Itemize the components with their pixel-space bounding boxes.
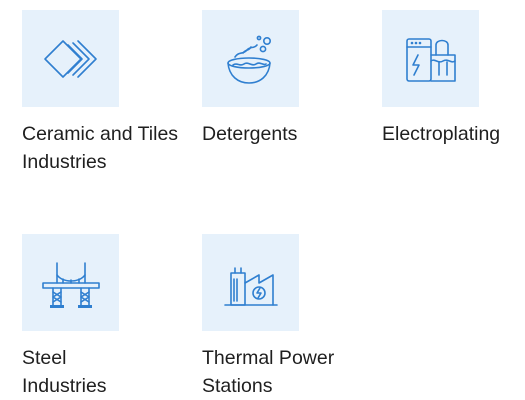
- detergent-bowl-icon: [226, 35, 271, 84]
- industry-card-detergents[interactable]: Detergents: [202, 10, 380, 148]
- industry-tile: [382, 10, 479, 107]
- electroplating-tank-icon: [405, 37, 456, 82]
- power-station-icon: [223, 266, 278, 306]
- industry-card-electroplating[interactable]: Electroplating: [382, 10, 525, 148]
- industry-label: Electroplating: [382, 123, 501, 145]
- industry-label: Ceramic and Tiles Industries: [22, 123, 179, 173]
- industry-card-steel[interactable]: Steel Industries: [22, 234, 200, 400]
- industry-tile: [202, 234, 299, 331]
- industry-label: Steel Industries: [22, 347, 107, 397]
- ceramic-tiles-icon: [43, 39, 97, 78]
- industries-grid: Ceramic and Tiles Industries Detergents: [0, 0, 525, 397]
- industry-tile: [202, 10, 299, 107]
- steel-bridge-icon: [41, 261, 100, 308]
- industry-tile: [22, 10, 119, 107]
- industry-card-thermal-power[interactable]: Thermal Power Stations: [202, 234, 380, 400]
- industry-label: Thermal Power Stations: [202, 347, 335, 397]
- industry-label: Detergents: [202, 123, 298, 145]
- industry-card-ceramic-tiles[interactable]: Ceramic and Tiles Industries: [22, 10, 200, 176]
- industry-tile: [22, 234, 119, 331]
